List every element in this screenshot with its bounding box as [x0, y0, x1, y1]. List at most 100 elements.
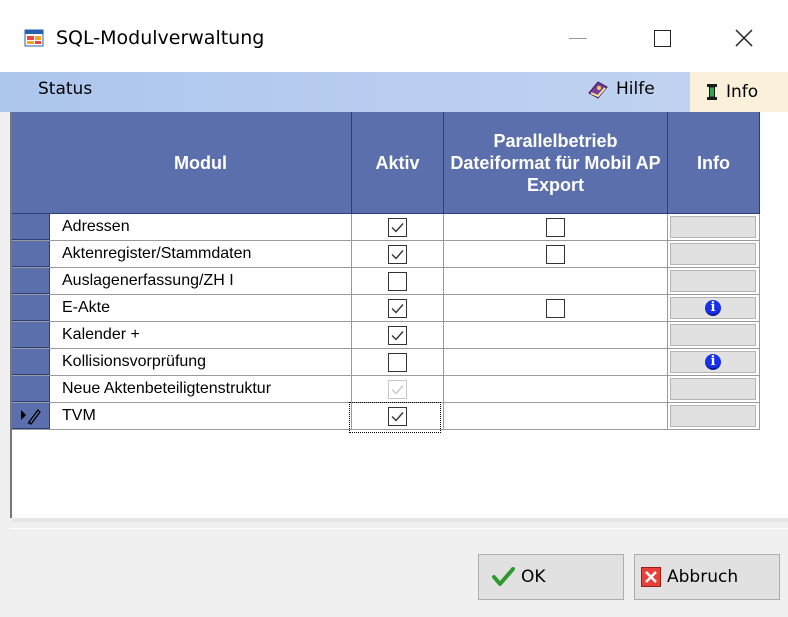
row-selector[interactable]: [12, 295, 50, 321]
table-row[interactable]: Aktenregister/Stammdaten: [12, 241, 760, 268]
cell-info: [668, 241, 760, 267]
menu-help-label: Hilfe: [616, 79, 655, 99]
module-grid: Modul Aktiv Parallelbetrieb Dateiformat …: [10, 112, 788, 522]
row-selector[interactable]: [12, 322, 50, 348]
aktiv-checkbox: [387, 380, 407, 399]
aktiv-checkbox[interactable]: [387, 272, 407, 291]
cell-info: i: [668, 349, 760, 375]
info-button[interactable]: i: [670, 297, 756, 319]
cell-modul: Neue Aktenbeteiligtenstruktur: [50, 376, 352, 402]
cancel-x-icon: [641, 567, 661, 587]
cell-info: [668, 268, 760, 294]
info-button[interactable]: [670, 270, 756, 292]
title-bar: SQL-Modulverwaltung: [0, 0, 788, 80]
cell-modul: Adressen: [50, 214, 352, 240]
module-name: TVM: [62, 407, 96, 424]
info-button[interactable]: [670, 243, 756, 265]
minimize-icon: [569, 37, 587, 39]
row-selector[interactable]: [12, 268, 50, 294]
footer-separator: [10, 528, 788, 529]
ok-button[interactable]: OK: [478, 554, 624, 600]
row-selector[interactable]: [12, 241, 50, 267]
cell-aktiv: [352, 295, 444, 321]
close-button[interactable]: [720, 14, 768, 62]
grid-bottom-edge: [12, 518, 788, 522]
module-name: Auslagenerfassung/ZH I: [62, 272, 234, 289]
row-selector[interactable]: [12, 349, 50, 375]
module-name: E-Akte: [62, 299, 111, 316]
parallel-checkbox[interactable]: [545, 218, 565, 237]
info-button[interactable]: [670, 405, 756, 427]
cell-modul: Aktenregister/Stammdaten: [50, 241, 352, 267]
parallel-checkbox[interactable]: [545, 245, 565, 264]
module-name: Aktenregister/Stammdaten: [62, 245, 252, 262]
table-row[interactable]: Auslagenerfassung/ZH I: [12, 268, 760, 295]
grid-corner-header: [12, 112, 50, 214]
table-row[interactable]: Adressen: [12, 214, 760, 241]
ok-button-label: OK: [521, 567, 546, 587]
module-name: Kalender +: [62, 326, 140, 343]
module-name: Kollisionsvorprüfung: [62, 353, 207, 370]
row-selector[interactable]: [12, 214, 50, 240]
cell-modul: Kollisionsvorprüfung: [50, 349, 352, 375]
cell-aktiv: [352, 322, 444, 348]
aktiv-checkbox[interactable]: [387, 218, 407, 237]
menu-help[interactable]: Hilfe: [586, 72, 655, 106]
row-selector[interactable]: [12, 403, 50, 429]
cell-aktiv: [352, 376, 444, 402]
minimize-button[interactable]: [554, 14, 602, 62]
cancel-button[interactable]: Abbruch: [634, 554, 780, 600]
info-icon: i: [705, 300, 721, 316]
aktiv-checkbox[interactable]: [387, 299, 407, 318]
window-title: SQL-Modulverwaltung: [56, 27, 265, 49]
cell-parallel: [444, 241, 668, 267]
info-button[interactable]: [670, 216, 756, 238]
column-header-parallel[interactable]: Parallelbetrieb Dateiformat für Mobil AP…: [444, 112, 668, 214]
cell-info: [668, 403, 760, 429]
cell-info: [668, 322, 760, 348]
table-row[interactable]: E-Akte i: [12, 295, 760, 322]
info-button[interactable]: [670, 324, 756, 346]
info-button[interactable]: [670, 378, 756, 400]
menu-status[interactable]: Status: [38, 72, 92, 106]
info-button[interactable]: i: [670, 351, 756, 373]
cell-modul: Kalender +: [50, 322, 352, 348]
info-i-icon: [707, 84, 717, 100]
table-row[interactable]: TVM: [12, 402, 760, 433]
cell-parallel: [444, 403, 668, 429]
cell-parallel: [444, 214, 668, 240]
maximize-button[interactable]: [638, 14, 686, 62]
cancel-button-label: Abbruch: [667, 567, 739, 587]
menu-info[interactable]: Info: [690, 72, 788, 112]
parallel-checkbox[interactable]: [545, 299, 565, 318]
aktiv-checkbox[interactable]: [387, 245, 407, 264]
column-header-aktiv[interactable]: Aktiv: [352, 112, 444, 214]
close-icon: [735, 29, 753, 47]
cell-modul: Auslagenerfassung/ZH I: [50, 268, 352, 294]
aktiv-checkbox[interactable]: [348, 402, 441, 433]
cell-parallel: [444, 295, 668, 321]
cell-info: [668, 214, 760, 240]
checkmark-icon: [492, 567, 515, 586]
cell-aktiv: [352, 349, 444, 375]
column-header-info[interactable]: Info: [668, 112, 760, 214]
module-name: Adressen: [62, 218, 130, 235]
aktiv-checkbox[interactable]: [387, 353, 407, 372]
cell-aktiv: [352, 214, 444, 240]
info-icon: i: [705, 354, 721, 370]
column-header-modul[interactable]: Modul: [50, 112, 352, 214]
aktiv-checkbox[interactable]: [387, 326, 407, 345]
cell-modul: TVM: [50, 403, 352, 429]
cell-info: [668, 376, 760, 402]
cell-info: i: [668, 295, 760, 321]
menu-info-label: Info: [726, 82, 759, 102]
edit-pencil-icon: [21, 409, 41, 425]
cell-parallel: [444, 349, 668, 375]
menu-bar: Status Hilfe Info: [0, 72, 788, 112]
row-selector[interactable]: [12, 376, 50, 402]
table-row[interactable]: Kalender +: [12, 322, 760, 349]
cell-parallel: [444, 268, 668, 294]
help-book-icon: [588, 81, 608, 99]
table-row[interactable]: Neue Aktenbeteiligtenstruktur: [12, 376, 760, 403]
table-row[interactable]: Kollisionsvorprüfung i: [12, 349, 760, 376]
